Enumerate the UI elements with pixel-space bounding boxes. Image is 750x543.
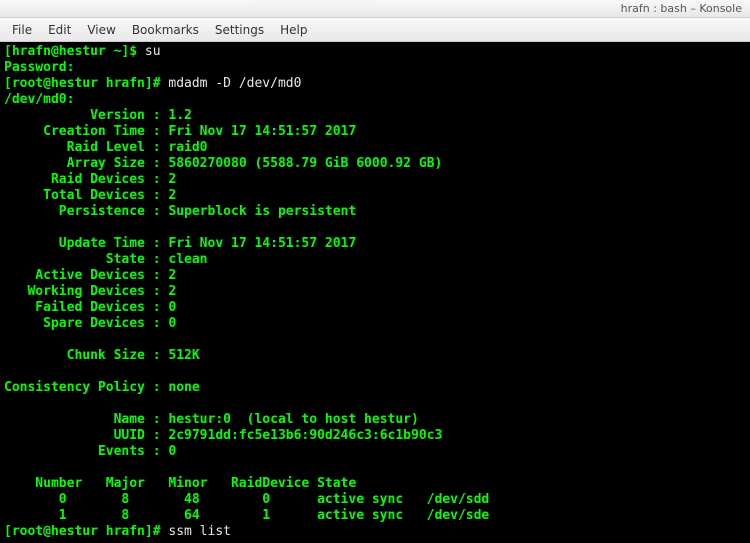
menu-bar: File Edit View Bookmarks Settings Help — [0, 18, 750, 42]
active-devices-value: 2 — [168, 268, 176, 283]
cmd-ssm: ssm list — [168, 524, 231, 539]
update-time-label: Update Time : — [4, 236, 168, 251]
array-size-value: 5860270080 (5588.79 GiB 6000.92 GB) — [168, 156, 442, 171]
table-header: Number Major Minor RaidDevice State — [4, 476, 356, 491]
active-devices-label: Active Devices : — [4, 268, 168, 283]
menu-help[interactable]: Help — [272, 20, 315, 40]
table-row: 1 8 64 1 active sync /dev/sde — [4, 508, 489, 523]
table-row: 0 8 48 0 active sync /dev/sdd — [4, 492, 489, 507]
failed-devices-value: 0 — [168, 300, 176, 315]
spare-devices-value: 0 — [168, 316, 176, 331]
events-value: 0 — [168, 444, 176, 459]
update-time-value: Fri Nov 17 14:51:57 2017 — [168, 236, 356, 251]
menu-file[interactable]: File — [4, 20, 40, 40]
version-label: Version : — [4, 108, 168, 123]
total-devices-label: Total Devices : — [4, 188, 168, 203]
prompt-root-1: [root@hestur hrafn]# — [4, 76, 168, 91]
raid-level-label: Raid Level : — [4, 140, 168, 155]
window-titlebar: hrafn : bash – Konsole — [0, 0, 750, 18]
terminal-area[interactable]: [hrafn@hestur ~]$ su Password: [root@hes… — [0, 42, 750, 543]
uuid-value: 2c9791dd:fc5e13b6:90d246c3:6c1b90c3 — [168, 428, 442, 443]
chunk-size-value: 512K — [168, 348, 199, 363]
persistence-label: Persistence : — [4, 204, 168, 219]
consistency-label: Consistency Policy : — [4, 380, 168, 395]
chunk-size-label: Chunk Size : — [4, 348, 168, 363]
working-devices-value: 2 — [168, 284, 176, 299]
name-value: hestur:0 (local to host hestur) — [168, 412, 418, 427]
raid-level-value: raid0 — [168, 140, 207, 155]
window-title: hrafn : bash – Konsole — [621, 2, 742, 15]
working-devices-label: Working Devices : — [4, 284, 168, 299]
menu-bookmarks[interactable]: Bookmarks — [124, 20, 207, 40]
konsole-window: hrafn : bash – Konsole File Edit View Bo… — [0, 0, 750, 543]
prompt-root-2: [root@hestur hrafn]# — [4, 524, 168, 539]
cmd-mdadm: mdadm -D /dev/md0 — [168, 76, 301, 91]
menu-settings[interactable]: Settings — [207, 20, 272, 40]
name-label: Name : — [4, 412, 168, 427]
menu-edit[interactable]: Edit — [40, 20, 79, 40]
menu-view[interactable]: View — [79, 20, 123, 40]
version-value: 1.2 — [168, 108, 191, 123]
raid-devices-label: Raid Devices : — [4, 172, 168, 187]
failed-devices-label: Failed Devices : — [4, 300, 168, 315]
password-label: Password: — [4, 60, 74, 75]
creation-value: Fri Nov 17 14:51:57 2017 — [168, 124, 356, 139]
uuid-label: UUID : — [4, 428, 168, 443]
array-size-label: Array Size : — [4, 156, 168, 171]
prompt-user: [hrafn@hestur ~]$ — [4, 44, 145, 59]
spare-devices-label: Spare Devices : — [4, 316, 168, 331]
consistency-value: none — [168, 380, 199, 395]
state-label: State : — [4, 252, 168, 267]
state-value: clean — [168, 252, 207, 267]
device-header: /dev/md0: — [4, 92, 74, 107]
cmd-su: su — [145, 44, 161, 59]
raid-devices-value: 2 — [168, 172, 176, 187]
creation-label: Creation Time : — [4, 124, 168, 139]
total-devices-value: 2 — [168, 188, 176, 203]
events-label: Events : — [4, 444, 168, 459]
persistence-value: Superblock is persistent — [168, 204, 356, 219]
